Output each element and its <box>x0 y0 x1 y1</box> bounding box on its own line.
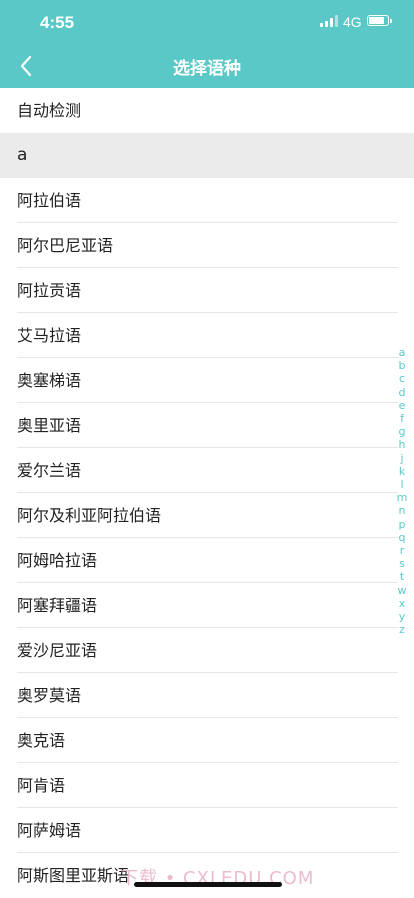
index-letter[interactable]: e <box>399 399 406 412</box>
index-letter[interactable]: k <box>399 465 405 478</box>
battery-icon <box>367 15 392 26</box>
language-label: 阿拉伯语 <box>17 191 82 210</box>
index-letter[interactable]: y <box>399 610 406 623</box>
language-item[interactable]: 阿拉贡语 <box>0 268 414 313</box>
language-rows: 阿拉伯语阿尔巴尼亚语 阿拉贡语艾马拉语奥塞梯语奥里亚语爱尔兰语阿尔及利亚阿拉伯语阿… <box>0 178 414 898</box>
index-letter[interactable]: g <box>399 425 406 438</box>
index-letter[interactable]: d <box>399 386 406 399</box>
language-item[interactable]: 阿尔及利亚阿拉伯语 <box>0 493 414 538</box>
language-item[interactable]: 奥克语 <box>0 718 414 763</box>
language-label: 奥里亚语 <box>17 416 82 435</box>
network-label: 4G <box>343 14 362 30</box>
index-letter[interactable]: f <box>400 412 404 425</box>
language-item[interactable]: 奥罗莫语 <box>0 673 414 718</box>
language-label: 艾马拉语 <box>17 326 82 345</box>
index-letter[interactable]: j <box>400 452 403 465</box>
index-letter[interactable]: z <box>399 623 405 636</box>
section-letter: a <box>17 145 28 165</box>
language-label: 爱沙尼亚语 <box>17 641 98 660</box>
status-time: 4:55 <box>40 13 75 32</box>
index-letter[interactable]: c <box>399 372 405 385</box>
home-indicator <box>134 882 282 887</box>
index-letter[interactable]: q <box>399 531 406 544</box>
status-bar: 4:55 4G <box>0 0 414 44</box>
auto-detect-item[interactable]: 自动检测 <box>0 88 414 133</box>
language-item[interactable]: 奥里亚语 <box>0 403 414 448</box>
language-item[interactable]: 阿姆哈拉语 <box>0 538 414 583</box>
language-label: 爱尔兰语 <box>17 461 82 480</box>
index-letter[interactable]: m <box>397 491 408 504</box>
language-label: 阿尔及利亚阿拉伯语 <box>17 506 162 525</box>
language-list: 自动检测 a 阿拉伯语阿尔巴尼亚语 阿拉贡语艾马拉语奥塞梯语奥里亚语爱尔兰语阿尔及… <box>0 88 414 898</box>
page-title: 选择语种 <box>173 59 241 79</box>
index-letter[interactable]: x <box>399 597 406 610</box>
language-item[interactable]: 爱尔兰语 <box>0 448 414 493</box>
language-item[interactable]: 阿塞拜疆语 <box>0 583 414 628</box>
index-letter[interactable]: h <box>399 438 406 451</box>
language-label: 阿拉贡语 <box>17 281 82 300</box>
language-label: 阿萨姆语 <box>17 821 82 840</box>
language-item[interactable]: 爱沙尼亚语 <box>0 628 414 673</box>
language-item[interactable]: 阿尔巴尼亚语 <box>0 223 414 268</box>
index-letter[interactable]: r <box>400 544 405 557</box>
language-label: 奥塞梯语 <box>17 371 82 390</box>
index-letter[interactable]: p <box>399 518 406 531</box>
alphabet-index-bar[interactable]: abcdefghjklmnpqrstwxyz <box>395 346 409 636</box>
language-item[interactable]: 艾马拉语 <box>0 313 414 358</box>
language-item[interactable]: 阿萨姆语 <box>0 808 414 853</box>
language-item[interactable]: 阿拉伯语 <box>0 178 414 223</box>
language-label: 阿姆哈拉语 <box>17 551 98 570</box>
language-label: 阿肯语 <box>17 776 66 795</box>
index-letter[interactable]: l <box>400 478 403 491</box>
language-label: 奥罗莫语 <box>17 686 82 705</box>
index-letter[interactable]: n <box>399 504 406 517</box>
language-label: 阿尔巴尼亚语 <box>17 236 114 255</box>
language-label: 奥克语 <box>17 731 66 750</box>
signal-icon <box>320 15 338 27</box>
index-letter[interactable]: b <box>399 359 406 372</box>
language-item[interactable]: 奥塞梯语 <box>0 358 414 403</box>
nav-bar: 选择语种 <box>0 44 414 88</box>
index-letter[interactable]: t <box>400 570 404 583</box>
language-label: 阿塞拜疆语 <box>17 596 98 615</box>
language-label: 阿斯图里亚斯语 <box>17 866 130 885</box>
index-letter[interactable]: w <box>398 584 407 597</box>
auto-detect-label: 自动检测 <box>17 101 82 120</box>
index-letter[interactable]: s <box>399 557 405 570</box>
section-header-a: a <box>0 133 414 178</box>
index-letter[interactable]: a <box>399 346 406 359</box>
language-item[interactable]: 阿肯语 <box>0 763 414 808</box>
